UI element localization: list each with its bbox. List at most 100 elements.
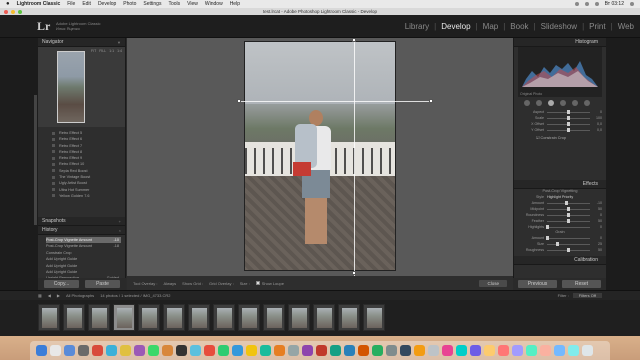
effects-header[interactable]: Effects bbox=[514, 180, 606, 189]
constrain-crop-toggle[interactable]: ☑ Constrain Crop bbox=[514, 133, 606, 140]
filter-select[interactable]: Filters Off bbox=[572, 293, 602, 298]
close-window-icon[interactable] bbox=[4, 9, 8, 14]
histogram[interactable]: Original Photo bbox=[518, 47, 602, 97]
dock-app-icon[interactable] bbox=[148, 345, 159, 356]
dock-app-icon[interactable] bbox=[274, 345, 285, 356]
menu-settings[interactable]: Settings bbox=[143, 1, 161, 7]
dock-app-icon[interactable] bbox=[92, 345, 103, 356]
preset-item[interactable]: Yellow Golden 7.6 bbox=[52, 193, 121, 199]
brush-icon[interactable] bbox=[584, 100, 590, 106]
graduated-filter-icon[interactable] bbox=[560, 100, 566, 106]
filmstrip-thumbnail[interactable] bbox=[113, 304, 135, 331]
slider-track[interactable] bbox=[547, 128, 590, 132]
menu-tools[interactable]: Tools bbox=[168, 1, 180, 7]
guide-handle[interactable] bbox=[237, 99, 241, 103]
checkbox-icon[interactable] bbox=[255, 281, 260, 286]
dock-app-icon[interactable] bbox=[134, 345, 145, 356]
slider-track[interactable] bbox=[547, 213, 590, 217]
dock-app-icon[interactable] bbox=[526, 345, 537, 356]
dock-app-icon[interactable] bbox=[442, 345, 453, 356]
battery-icon[interactable] bbox=[594, 2, 599, 6]
dock-app-icon[interactable] bbox=[78, 345, 89, 356]
dock-app-icon[interactable] bbox=[246, 345, 257, 356]
slider-value[interactable]: 0,0 bbox=[592, 128, 602, 132]
dock-app-icon[interactable] bbox=[330, 345, 341, 356]
dock-app-icon[interactable] bbox=[484, 345, 495, 356]
dock-app-icon[interactable] bbox=[386, 345, 397, 356]
dock-app-icon[interactable] bbox=[372, 345, 383, 356]
zoom-fit[interactable]: FIT bbox=[91, 49, 96, 53]
guide-handle[interactable] bbox=[429, 99, 433, 103]
dock-app-icon[interactable] bbox=[568, 345, 579, 356]
left-scrollbar[interactable] bbox=[34, 95, 37, 225]
slider-knob[interactable] bbox=[567, 207, 570, 211]
show-loupe-toggle[interactable]: Show Loupe bbox=[255, 281, 284, 286]
clock[interactable]: Вт 03:12 bbox=[605, 1, 624, 7]
slider-knob[interactable] bbox=[567, 110, 570, 114]
style-select[interactable]: Highlight Priority bbox=[547, 195, 602, 199]
dock-app-icon[interactable] bbox=[260, 345, 271, 356]
slider-value[interactable]: 0,0 bbox=[592, 122, 602, 126]
spotlight-icon[interactable] bbox=[630, 2, 634, 6]
dock-app-icon[interactable] bbox=[414, 345, 425, 356]
clear-icon[interactable]: × bbox=[119, 226, 121, 235]
image-canvas[interactable] bbox=[127, 38, 513, 276]
slider-knob[interactable] bbox=[567, 128, 570, 132]
dock-app-icon[interactable] bbox=[120, 345, 131, 356]
zoom-fill[interactable]: FILL bbox=[99, 49, 106, 53]
slider-value[interactable]: 50 bbox=[592, 248, 602, 252]
slider-knob[interactable] bbox=[567, 116, 570, 120]
menu-view[interactable]: View bbox=[187, 1, 198, 7]
slider-track[interactable] bbox=[547, 110, 590, 114]
slider-knob[interactable] bbox=[567, 219, 570, 223]
filmstrip-thumbnail[interactable] bbox=[363, 304, 385, 331]
filmstrip-thumbnail[interactable] bbox=[213, 304, 235, 331]
module-web[interactable]: Web bbox=[618, 22, 634, 31]
menu-window[interactable]: Window bbox=[205, 1, 223, 7]
dock-app-icon[interactable] bbox=[540, 345, 551, 356]
slider-knob[interactable] bbox=[545, 225, 549, 229]
dock-app-icon[interactable] bbox=[302, 345, 313, 356]
slider-knob[interactable] bbox=[567, 248, 570, 252]
spot-removal-icon[interactable] bbox=[536, 100, 542, 106]
dock-app-icon[interactable] bbox=[498, 345, 509, 356]
dock-app-icon[interactable] bbox=[50, 345, 61, 356]
slider-track[interactable] bbox=[547, 207, 590, 211]
module-map[interactable]: Map bbox=[483, 22, 499, 31]
calibration-header[interactable]: Calibration bbox=[514, 256, 606, 265]
dock-app-icon[interactable] bbox=[190, 345, 201, 356]
close-button[interactable]: Close bbox=[479, 279, 507, 287]
filmstrip-source[interactable]: All Photographs bbox=[66, 293, 94, 298]
filmstrip-thumbnail[interactable] bbox=[263, 304, 285, 331]
radial-filter-icon[interactable] bbox=[572, 100, 578, 106]
menu-photo[interactable]: Photo bbox=[123, 1, 136, 7]
module-develop[interactable]: Develop bbox=[441, 22, 470, 31]
nav-back-icon[interactable]: ◀ bbox=[48, 293, 51, 298]
dock-app-icon[interactable] bbox=[554, 345, 565, 356]
dock-app-icon[interactable] bbox=[582, 345, 593, 356]
photo[interactable] bbox=[244, 41, 396, 271]
dock-app-icon[interactable] bbox=[176, 345, 187, 356]
menu-edit[interactable]: Edit bbox=[82, 1, 91, 7]
wifi-icon[interactable] bbox=[584, 2, 589, 6]
dock-app-icon[interactable] bbox=[162, 345, 173, 356]
filmstrip-thumbnail[interactable] bbox=[338, 304, 360, 331]
slider-value[interactable]: 0 bbox=[592, 225, 602, 229]
guide-handle[interactable] bbox=[352, 38, 356, 42]
dock-app-icon[interactable] bbox=[64, 345, 75, 356]
filmstrip-thumbnail[interactable] bbox=[313, 304, 335, 331]
filmstrip-thumbnail[interactable] bbox=[288, 304, 310, 331]
dock-app-icon[interactable] bbox=[204, 345, 215, 356]
menu-help[interactable]: Help bbox=[230, 1, 240, 7]
apple-menu[interactable]: ● bbox=[6, 1, 10, 7]
slider-track[interactable] bbox=[547, 248, 590, 252]
zoom-1-1[interactable]: 1:1 bbox=[109, 49, 114, 53]
slider-knob[interactable] bbox=[567, 122, 570, 126]
slider-value[interactable]: 50 bbox=[592, 207, 602, 211]
module-slideshow[interactable]: Slideshow bbox=[541, 22, 577, 31]
filmstrip-thumbnail[interactable] bbox=[188, 304, 210, 331]
previous-button[interactable]: Previous bbox=[518, 280, 557, 288]
slider-value[interactable]: 0 bbox=[592, 110, 602, 114]
dock-app-icon[interactable] bbox=[36, 345, 47, 356]
nav-forward-icon[interactable]: ▶ bbox=[57, 293, 60, 298]
